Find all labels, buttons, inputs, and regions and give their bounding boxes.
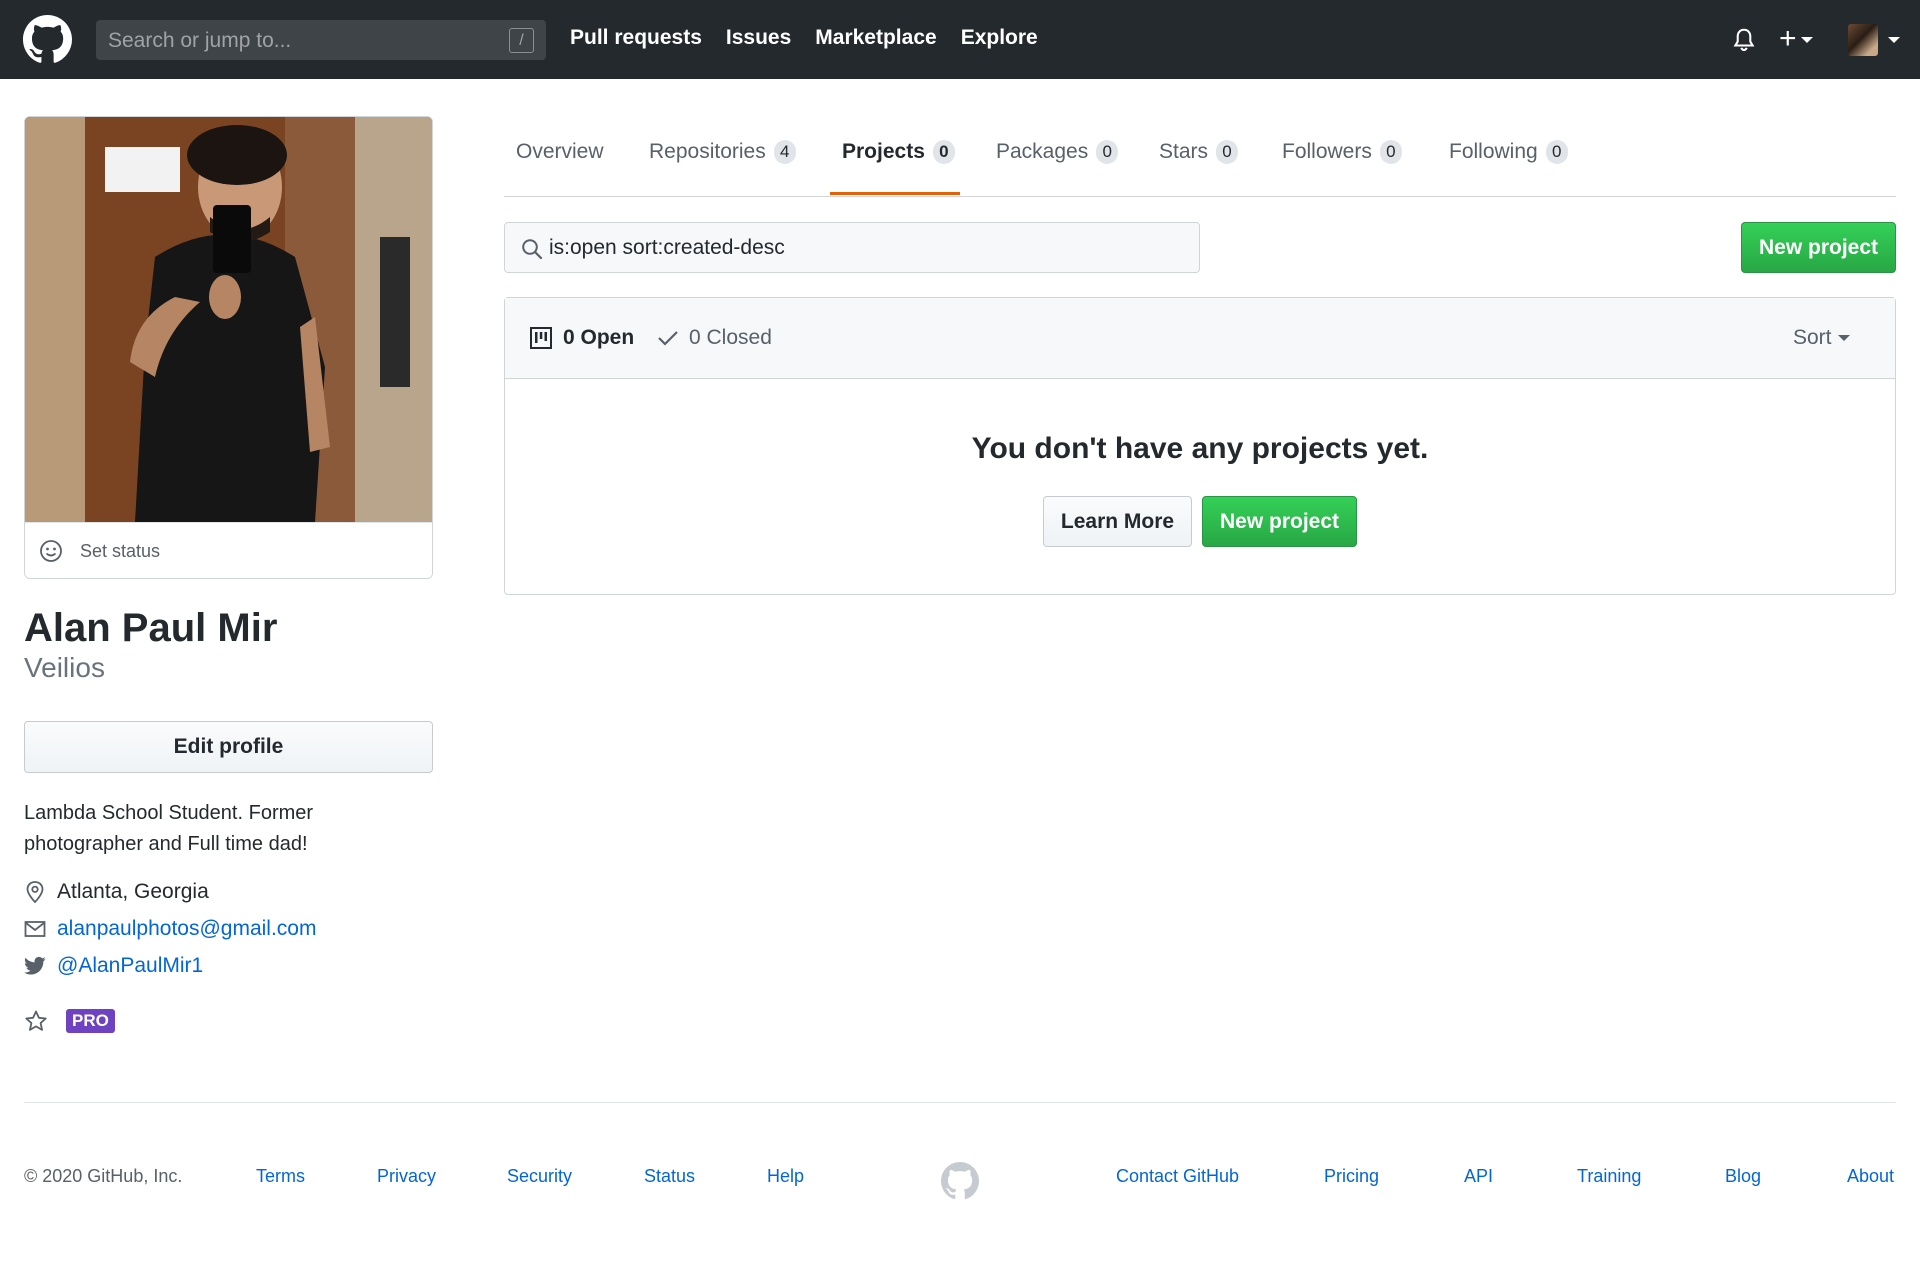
tab-following[interactable]: Following 0	[1449, 140, 1568, 164]
check-icon	[658, 331, 678, 346]
tab-label: Packages	[996, 140, 1089, 163]
footer-copyright: © 2020 GitHub, Inc.	[24, 1166, 183, 1186]
profile-username: Veilios	[24, 652, 105, 683]
github-logo-icon[interactable]	[941, 1162, 979, 1200]
tab-label: Projects	[842, 140, 925, 163]
footer-link-training[interactable]: Training	[1577, 1166, 1641, 1187]
closed-projects-filter[interactable]: 0 Closed	[657, 326, 772, 350]
nav-explore[interactable]: Explore	[961, 26, 1038, 50]
search-placeholder: Search or jump to...	[108, 29, 292, 52]
tab-counter: 0	[1545, 140, 1568, 164]
set-status-label: Set status	[80, 541, 161, 561]
projects-list: 0 Open 0 Closed Sort You don't have any …	[504, 297, 1896, 595]
footer-link-pricing[interactable]: Pricing	[1324, 1166, 1379, 1187]
tab-repositories[interactable]: Repositories 4	[649, 140, 796, 164]
chevron-down-icon	[1837, 335, 1850, 342]
tab-counter: 4	[773, 140, 796, 164]
location-text: Atlanta, Georgia	[57, 880, 209, 903]
tab-stars[interactable]: Stars 0	[1159, 140, 1239, 164]
project-board-icon	[530, 327, 552, 349]
pro-badge[interactable]: PRO	[66, 1009, 115, 1033]
edit-profile-button[interactable]: Edit profile	[24, 721, 433, 773]
github-logo-icon[interactable]	[23, 15, 72, 64]
tab-label: Repositories	[649, 140, 766, 163]
tab-followers[interactable]: Followers 0	[1282, 140, 1402, 164]
projects-filter	[504, 222, 1200, 273]
new-project-button-empty-state[interactable]: New project	[1202, 496, 1357, 547]
tab-projects[interactable]: Projects 0	[842, 140, 955, 164]
active-tab-indicator	[830, 192, 960, 195]
profile-highlights: PRO	[24, 1009, 115, 1033]
chevron-down-icon[interactable]	[1888, 37, 1900, 43]
footer-link-blog[interactable]: Blog	[1725, 1166, 1761, 1187]
create-new-dropdown[interactable]: +	[1779, 24, 1813, 54]
closed-count-label: 0 Closed	[689, 326, 772, 349]
tab-label: Followers	[1282, 140, 1372, 163]
profile-twitter: @AlanPaulMir1	[24, 954, 203, 978]
chevron-down-icon	[1800, 37, 1813, 44]
projects-list-header: 0 Open 0 Closed Sort	[505, 298, 1895, 379]
profile-location: Atlanta, Georgia	[24, 880, 209, 904]
footer-link-contact[interactable]: Contact GitHub	[1116, 1166, 1239, 1187]
twitter-icon	[24, 956, 46, 975]
tab-label: Overview	[516, 140, 604, 163]
profile-tabs: Overview Repositories 4 Projects 0 Packa…	[504, 118, 1896, 197]
profile-email: alanpaulphotos@gmail.com	[24, 917, 316, 941]
sort-label: Sort	[1793, 326, 1832, 349]
mail-icon	[24, 921, 46, 937]
footer-link-status[interactable]: Status	[644, 1166, 695, 1187]
profile-photo-card: Set status	[24, 116, 433, 579]
footer-divider	[24, 1102, 1896, 1103]
search-input[interactable]: Search or jump to... /	[96, 20, 546, 60]
nav-marketplace[interactable]: Marketplace	[815, 26, 936, 50]
tab-counter: 0	[1216, 140, 1239, 164]
empty-state-title: You don't have any projects yet.	[971, 432, 1429, 465]
twitter-link[interactable]: @AlanPaulMir1	[57, 954, 203, 978]
nav-issues[interactable]: Issues	[726, 26, 791, 50]
set-status-button[interactable]: Set status	[25, 522, 432, 578]
star-icon	[25, 1010, 47, 1031]
email-link[interactable]: alanpaulphotos@gmail.com	[57, 917, 316, 941]
user-avatar[interactable]	[1848, 24, 1878, 56]
profile-photo[interactable]	[25, 117, 432, 522]
tab-overview[interactable]: Overview	[516, 140, 604, 164]
tab-label: Stars	[1159, 140, 1209, 163]
learn-more-button[interactable]: Learn More	[1043, 496, 1192, 547]
tab-counter: 0	[1379, 140, 1402, 164]
top-header: Search or jump to... / Pull requests Iss…	[0, 0, 1920, 79]
footer-link-api[interactable]: API	[1464, 1166, 1493, 1187]
open-projects-filter[interactable]: 0 Open	[529, 326, 634, 350]
footer-link-security[interactable]: Security	[507, 1166, 572, 1187]
plus-icon: +	[1779, 22, 1797, 55]
location-pin-icon	[26, 881, 44, 904]
tab-counter: 0	[1096, 140, 1119, 164]
footer-link-help[interactable]: Help	[767, 1166, 804, 1187]
new-project-button[interactable]: New project	[1741, 222, 1896, 273]
profile-bio: Lambda School Student. Former photograph…	[24, 802, 314, 855]
nav-pull-requests[interactable]: Pull requests	[570, 26, 702, 50]
sort-dropdown[interactable]: Sort	[1793, 326, 1850, 350]
projects-search-input[interactable]	[549, 233, 1169, 263]
profile-full-name: Alan Paul Mir	[24, 606, 278, 650]
tab-label: Following	[1449, 140, 1538, 163]
footer-link-terms[interactable]: Terms	[256, 1166, 305, 1187]
smiley-icon	[40, 540, 62, 562]
search-icon	[522, 239, 543, 260]
tab-packages[interactable]: Packages 0	[996, 140, 1119, 164]
search-shortcut-key: /	[509, 28, 534, 53]
footer-link-privacy[interactable]: Privacy	[377, 1166, 436, 1187]
profile-photo-image	[25, 117, 432, 522]
tab-counter: 0	[932, 140, 955, 164]
open-count-label: 0 Open	[563, 326, 635, 349]
top-nav: Pull requests Issues Marketplace Explore	[570, 26, 1038, 50]
bell-icon[interactable]	[1733, 27, 1755, 53]
footer-link-about[interactable]: About	[1847, 1166, 1894, 1187]
